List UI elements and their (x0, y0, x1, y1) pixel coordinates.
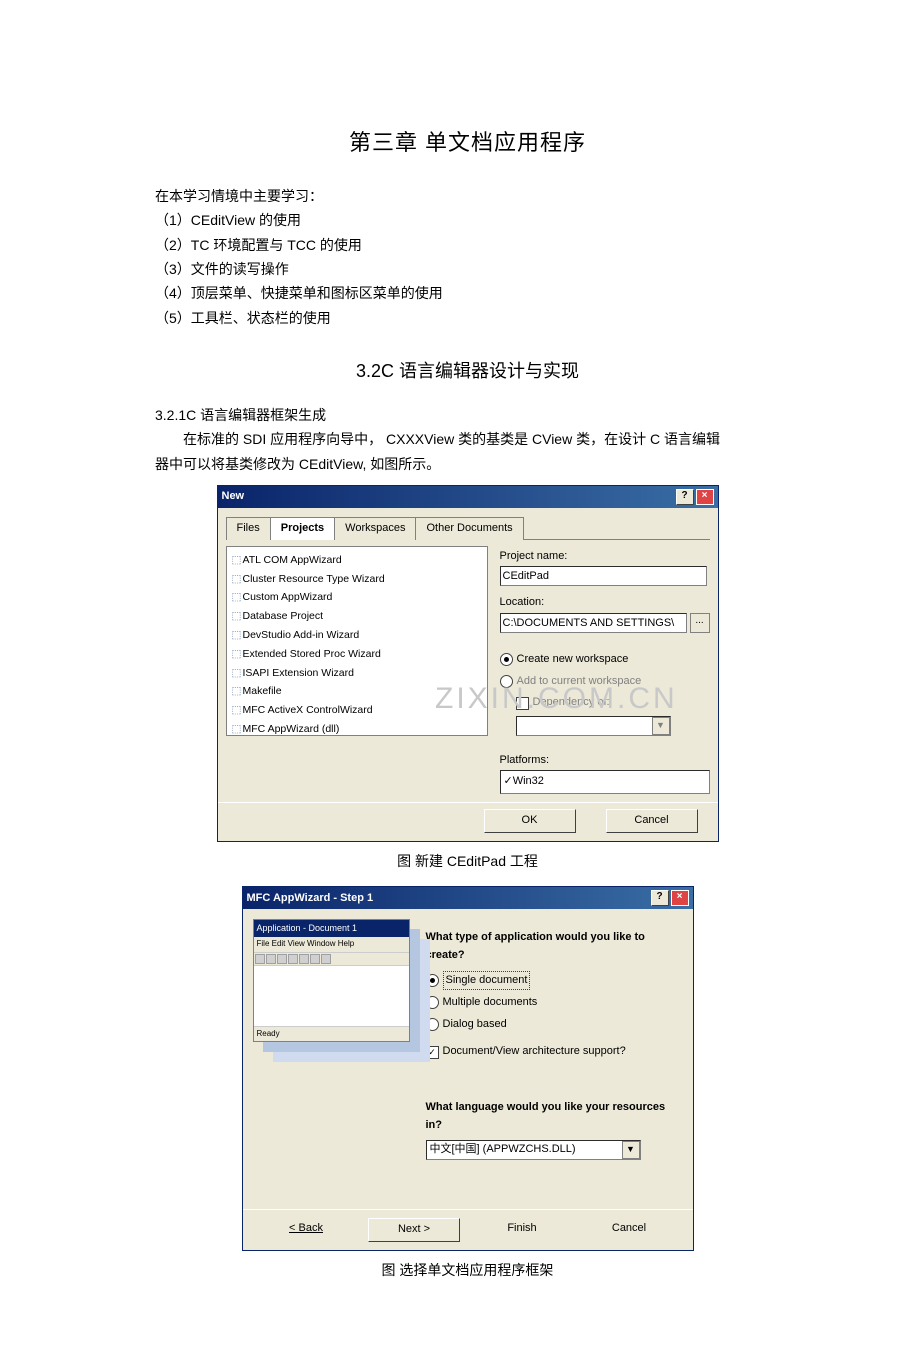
subsection-title: 3.2.1C 语言编辑器框架生成 (155, 404, 780, 426)
language-value: 中文[中国] (APPWZCHS.DLL) (430, 1141, 576, 1159)
dialog-based-radio[interactable]: Dialog based (426, 1016, 675, 1034)
subsection-p1b: 器中可以将基类修改为 CEditView, 如图所示。 (155, 453, 780, 475)
item-5: （5）工具栏、状态栏的使用 (155, 307, 780, 329)
tab-bar: Files Projects Workspaces Other Document… (226, 516, 710, 540)
radio-icon (500, 675, 513, 688)
chevron-down-icon: ▼ (652, 717, 670, 735)
tab-projects[interactable]: Projects (270, 517, 335, 540)
single-document-radio[interactable]: Single document (426, 971, 675, 991)
project-name-label: Project name: (500, 548, 710, 566)
create-workspace-radio[interactable]: Create new workspace (500, 651, 710, 669)
item-1: （1）CEditView 的使用 (155, 209, 780, 231)
dialog-title: MFC AppWizard - Step 1 (247, 890, 374, 908)
help-icon[interactable]: ? (651, 890, 669, 906)
add-workspace-radio[interactable]: Add to current workspace (500, 673, 710, 691)
list-item[interactable]: ⬚Custom AppWizard (231, 588, 483, 607)
item-2: （2）TC 环境配置与 TCC 的使用 (155, 234, 780, 256)
preview-toolbar (254, 953, 409, 966)
titlebar: MFC AppWizard - Step 1 ? × (243, 887, 693, 909)
dependency-combo: ▼ (516, 716, 671, 736)
chevron-down-icon[interactable]: ▼ (622, 1141, 640, 1159)
project-name-input[interactable] (500, 566, 708, 586)
dependency-check: Dependency of: (516, 694, 710, 712)
docview-check[interactable]: Document/View architecture support? (426, 1043, 675, 1061)
list-item[interactable]: ⬚Extended Stored Proc Wizard (231, 645, 483, 664)
browse-button[interactable]: ... (690, 613, 710, 633)
list-item[interactable]: ⬚DevStudio Add-in Wizard (231, 626, 483, 645)
tab-workspaces[interactable]: Workspaces (334, 517, 416, 540)
activex-icon: ⬚ (231, 702, 243, 719)
language-combo[interactable]: 中文[中国] (APPWZCHS.DLL) ▼ (426, 1140, 641, 1160)
item-3: （3）文件的读写操作 (155, 258, 780, 280)
db-icon: ⬚ (231, 608, 243, 625)
list-item[interactable]: ⬚MFC ActiveX ControlWizard (231, 701, 483, 720)
dialog-title: New (222, 488, 245, 506)
mfc-icon: ⬚ (231, 721, 243, 736)
preview-thumbnail: Application - Document 1 File Edit View … (253, 919, 410, 1042)
question-app-type: What type of application would you like … (426, 929, 675, 964)
checkbox-icon (516, 697, 529, 710)
platforms-label: Platforms: (500, 752, 710, 770)
preview-statusbar: Ready (254, 1026, 409, 1042)
location-input[interactable] (500, 613, 687, 633)
wizard-icon: ⬚ (231, 646, 243, 663)
radio-icon (426, 996, 439, 1009)
list-item[interactable]: ⬚ISAPI Extension Wizard (231, 664, 483, 683)
list-item[interactable]: ⬚MFC AppWizard (dll) (231, 720, 483, 736)
checkbox-icon (426, 1046, 439, 1059)
multiple-documents-radio[interactable]: Multiple documents (426, 994, 675, 1012)
cancel-button[interactable]: Cancel (584, 1218, 674, 1242)
finish-button[interactable]: Finish (477, 1218, 567, 1242)
radio-icon (426, 974, 439, 987)
wizard-icon: ⬚ (231, 627, 243, 644)
preview-canvas (254, 966, 409, 1026)
tab-files[interactable]: Files (226, 517, 271, 540)
figure-caption-1: 图 新建 CEditPad 工程 (155, 850, 780, 872)
file-icon: ⬚ (231, 683, 243, 700)
preview-titlebar: Application - Document 1 (254, 920, 409, 936)
question-language: What language would you like your resour… (426, 1099, 675, 1134)
help-icon[interactable]: ? (676, 489, 694, 505)
project-type-list[interactable]: ⬚ATL COM AppWizard ⬚Cluster Resource Typ… (226, 546, 488, 736)
section-title: 3.2C 语言编辑器设计与实现 (155, 357, 780, 386)
titlebar: New ? × (218, 486, 718, 508)
back-button[interactable]: < Back (261, 1218, 351, 1242)
close-icon[interactable]: × (671, 890, 689, 906)
radio-icon (500, 653, 513, 666)
figure-caption-2: 图 选择单文档应用程序框架 (155, 1259, 780, 1281)
list-item[interactable]: ⬚Cluster Resource Type Wizard (231, 570, 483, 589)
wizard-icon: ⬚ (231, 589, 243, 606)
chapter-title: 第三章 单文档应用程序 (155, 125, 780, 160)
location-label: Location: (500, 594, 710, 612)
subsection-p1a: 在标准的 SDI 应用程序向导中， CXXXView 类的基类是 CView 类… (155, 428, 780, 450)
close-icon[interactable]: × (696, 489, 714, 505)
list-item[interactable]: ⬚Makefile (231, 682, 483, 701)
globe-icon: ⬚ (231, 665, 243, 682)
list-item[interactable]: ⬚ATL COM AppWizard (231, 551, 483, 570)
ok-button[interactable]: OK (484, 809, 576, 833)
list-item[interactable]: ⬚Database Project (231, 607, 483, 626)
next-button[interactable]: Next > (368, 1218, 460, 1242)
radio-icon (426, 1018, 439, 1031)
item-4: （4）顶层菜单、快捷菜单和图标区菜单的使用 (155, 282, 780, 304)
appwizard-dialog: MFC AppWizard - Step 1 ? × Application -… (242, 886, 694, 1251)
platforms-list[interactable]: ✓Win32 (500, 770, 710, 794)
intro-line: 在本学习情境中主要学习： (155, 185, 780, 207)
wizard-icon: ⬚ (231, 552, 243, 569)
new-dialog: New ? × Files Projects Workspaces Other … (217, 485, 719, 842)
preview-menu: File Edit View Window Help (254, 937, 409, 953)
wizard-icon: ⬚ (231, 571, 243, 588)
cancel-button[interactable]: Cancel (606, 809, 698, 833)
tab-other-documents[interactable]: Other Documents (415, 517, 523, 540)
